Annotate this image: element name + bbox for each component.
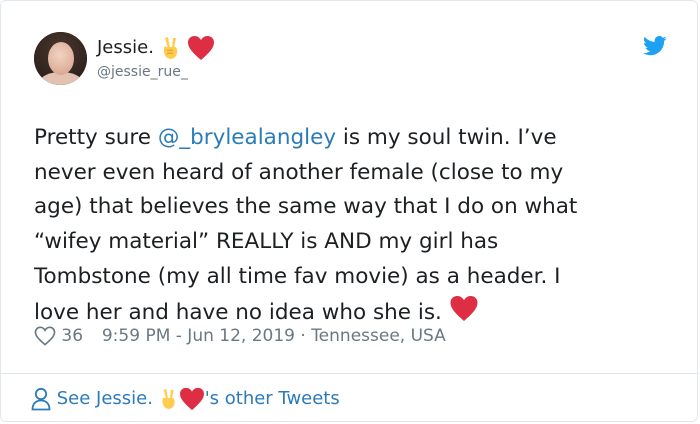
avatar-face bbox=[48, 42, 74, 75]
red-heart-emoji bbox=[450, 295, 478, 321]
display-name-text: Jessie. bbox=[97, 37, 154, 58]
tweet-line-4: “wifey material” REALLY is AND my girl h… bbox=[34, 229, 499, 255]
mention-link[interactable]: @_brylealangley bbox=[158, 125, 336, 150]
person-icon bbox=[31, 387, 51, 411]
red-heart-emoji bbox=[179, 387, 204, 411]
footer-suffix: 's other Tweets bbox=[204, 388, 340, 409]
timestamp[interactable]: 9:59 PM - Jun 12, 2019 bbox=[102, 326, 295, 346]
footer-prefix: See Jessie. bbox=[56, 388, 153, 409]
tweet-text-segment: is my soul twin. I’ve bbox=[336, 125, 557, 150]
tweet-card: Jessie. @jessie_rue_ Pretty sure @_bryle… bbox=[0, 0, 699, 422]
tweet-line-5: Tombstone (my all time fav movie) as a h… bbox=[34, 263, 561, 289]
victory-hand-emoji bbox=[162, 389, 175, 409]
see-other-tweets-link[interactable]: See Jessie. 's other Tweets bbox=[31, 386, 340, 412]
red-heart-emoji bbox=[188, 36, 215, 60]
victory-hand-emoji bbox=[163, 37, 177, 59]
user-handle[interactable]: @jessie_rue_ bbox=[97, 63, 188, 81]
tweet-line-1: Pretty sure @_brylealangley is my soul t… bbox=[34, 121, 674, 156]
tweet-text-segment: love her and have no idea who she is. bbox=[34, 299, 449, 325]
divider bbox=[1, 373, 699, 374]
tweet-line-2: never even heard of another female (clos… bbox=[34, 159, 564, 185]
tweet-text-segment: Pretty sure bbox=[34, 125, 158, 150]
like-count[interactable]: 36 bbox=[61, 326, 83, 346]
tweet-text: Pretty sure @_brylealangley is my soul t… bbox=[34, 121, 674, 330]
meta-separator: · bbox=[300, 326, 306, 346]
display-name[interactable]: Jessie. bbox=[97, 35, 215, 61]
avatar[interactable] bbox=[34, 32, 87, 85]
twitter-bird-icon[interactable] bbox=[643, 36, 667, 56]
location[interactable]: Tennessee, USA bbox=[311, 326, 446, 346]
tweet-meta: 36 9:59 PM - Jun 12, 2019 · Tennessee, U… bbox=[34, 324, 446, 348]
tweet-line-3: age) that believes the same way that I d… bbox=[34, 194, 578, 220]
heart-outline-icon[interactable] bbox=[34, 326, 56, 346]
